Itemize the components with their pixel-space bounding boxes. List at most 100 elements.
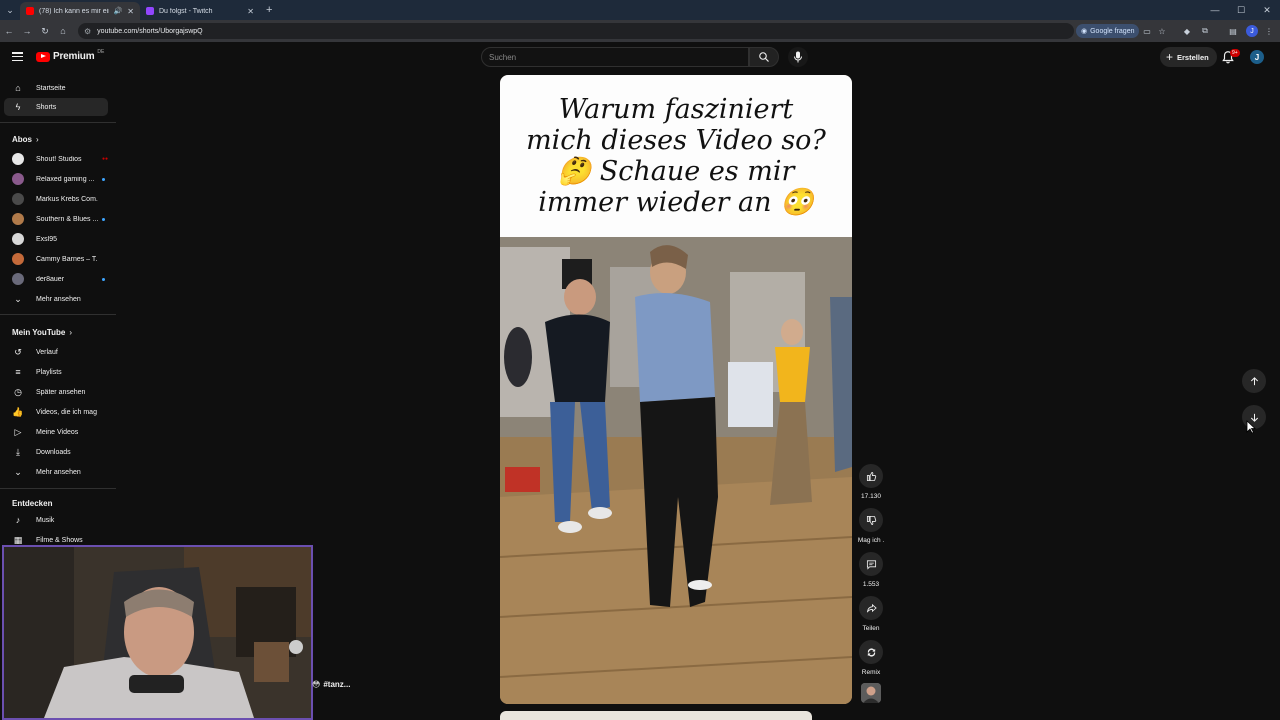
puzzle-icon[interactable]: ⧉ bbox=[1198, 24, 1212, 38]
sidebar-item-verlauf[interactable]: ↺ Verlauf bbox=[4, 343, 108, 361]
search-placeholder: Suchen bbox=[489, 52, 517, 62]
sidebar-subscription-relaxed-gaming[interactable]: Relaxed gaming ... bbox=[4, 170, 108, 188]
guide-menu-icon[interactable] bbox=[12, 52, 23, 61]
remix-button[interactable]: Remix bbox=[856, 640, 886, 676]
minimize-icon[interactable]: — bbox=[1202, 0, 1228, 20]
sidebar-subscription-shout-studios[interactable]: Shout! Studios ●● bbox=[4, 150, 108, 168]
sidebar-toggle-icon[interactable]: ▤ bbox=[1226, 24, 1240, 38]
sidebar-item-label: Playlists bbox=[36, 368, 62, 376]
sidebar-item-label: Downloads bbox=[36, 448, 71, 456]
sidebar-divider bbox=[0, 122, 116, 123]
tab-title: (78) Ich kann es mir einfach bbox=[39, 7, 109, 15]
home-icon[interactable]: ⌂ bbox=[54, 20, 72, 42]
sidebar-divider bbox=[0, 488, 116, 489]
sidebar-item-spaeter-ansehen[interactable]: ◷ Später ansehen bbox=[4, 383, 108, 401]
close-tab-icon[interactable]: ✕ bbox=[247, 7, 254, 16]
voice-search-button[interactable] bbox=[788, 47, 808, 67]
shorts-icon: ϟ bbox=[15, 102, 21, 112]
search-button[interactable] bbox=[749, 47, 779, 67]
browser-tab-twitch[interactable]: Du folgst - Twitch ✕ bbox=[140, 2, 260, 20]
sidebar-item-label: Mehr ansehen bbox=[36, 295, 81, 303]
browser-profile-avatar[interactable]: J bbox=[1246, 25, 1258, 37]
sidebar-item-shorts[interactable]: ϟ Shorts bbox=[4, 98, 108, 116]
next-short-preview[interactable] bbox=[500, 711, 812, 720]
sidebar-subscriptions-more[interactable]: ⌄ Mehr ansehen bbox=[4, 290, 108, 308]
search-input[interactable]: Suchen bbox=[481, 47, 749, 67]
channel-thumbnail-image bbox=[861, 683, 881, 703]
chevron-right-icon: › bbox=[36, 135, 39, 144]
sidebar-subscription-cammy-barnes[interactable]: Cammy Barnes – T... bbox=[4, 250, 108, 268]
hashtag-label: #tanz... bbox=[323, 680, 351, 689]
subscriptions-heading[interactable]: Abos › bbox=[12, 135, 39, 144]
comment-count: 1.553 bbox=[862, 581, 880, 588]
channel-avatar bbox=[12, 193, 24, 205]
browser-tab-youtube[interactable]: (78) Ich kann es mir einfach 🔊 ✕ bbox=[20, 2, 140, 20]
comment-icon bbox=[866, 559, 876, 570]
live-indicator-icon: ●● bbox=[101, 156, 108, 162]
caption-line: Warum fasziniert bbox=[558, 94, 794, 125]
cast-icon[interactable]: ▭ bbox=[1140, 24, 1154, 38]
sidebar-item-label: Cammy Barnes – T... bbox=[36, 255, 98, 263]
share-icon bbox=[866, 603, 877, 612]
google-fragen-button[interactable]: ◉ Google fragen bbox=[1076, 24, 1140, 38]
create-label: Erstellen bbox=[1177, 52, 1209, 62]
my-youtube-heading-label: Mein YouTube bbox=[12, 328, 66, 337]
sidebar-item-liked-videos[interactable]: 👍 Videos, die ich mag bbox=[4, 403, 108, 421]
new-tab-icon[interactable]: + bbox=[266, 4, 272, 16]
channel-avatar bbox=[12, 153, 24, 165]
sidebar-item-playlists[interactable]: ≡ Playlists bbox=[4, 363, 108, 381]
create-button[interactable]: + Erstellen bbox=[1160, 47, 1217, 67]
account-avatar[interactable]: J bbox=[1250, 50, 1264, 64]
sidebar-item-startseite[interactable]: ⌂ Startseite bbox=[4, 79, 108, 97]
forward-icon[interactable]: → bbox=[18, 20, 36, 42]
maximize-icon[interactable]: ☐ bbox=[1228, 0, 1254, 20]
url-text: youtube.com/shorts/UborgajswpQ bbox=[97, 27, 203, 35]
address-bar[interactable]: ⚙ youtube.com/shorts/UborgajswpQ bbox=[78, 23, 1074, 39]
youtube-premium-logo[interactable]: Premium DE bbox=[36, 49, 104, 62]
window-controls: — ☐ ✕ bbox=[1202, 0, 1280, 20]
remix-label: Remix bbox=[861, 669, 881, 676]
sidebar-item-musik[interactable]: ♪ Musik bbox=[4, 511, 108, 529]
speaker-icon[interactable]: 🔊 bbox=[114, 7, 123, 15]
tab-search-icon[interactable]: ⌄ bbox=[0, 0, 20, 20]
dislike-button[interactable]: Mag ich . bbox=[856, 508, 886, 544]
youtube-favicon-icon bbox=[26, 7, 34, 15]
close-window-icon[interactable]: ✕ bbox=[1254, 0, 1280, 20]
my-youtube-heading[interactable]: Mein YouTube › bbox=[12, 328, 72, 337]
browser-menu-icon[interactable]: ⋮ bbox=[1262, 24, 1276, 38]
short-hashtag-link[interactable]: 😳 #tanz... bbox=[312, 680, 350, 689]
streamer-webcam-overlay bbox=[2, 545, 313, 720]
sidebar-item-label: Startseite bbox=[36, 84, 66, 92]
channel-thumbnail[interactable] bbox=[861, 683, 881, 703]
bookmark-star-icon[interactable]: ☆ bbox=[1155, 24, 1169, 38]
twitch-favicon-icon bbox=[146, 7, 154, 15]
extension-icon[interactable]: ◆ bbox=[1180, 24, 1194, 38]
sidebar-item-meine-videos[interactable]: ▷ Meine Videos bbox=[4, 423, 108, 441]
reload-icon[interactable]: ↻ bbox=[36, 20, 54, 42]
previous-short-button[interactable] bbox=[1242, 369, 1266, 393]
google-fragen-label: Google fragen bbox=[1090, 27, 1135, 35]
dance-video-frame bbox=[500, 237, 852, 704]
sidebar-item-downloads[interactable]: ⤓ Downloads bbox=[4, 443, 108, 461]
share-button[interactable]: Teilen bbox=[856, 596, 886, 632]
caption-line: mich dieses Video so? bbox=[526, 125, 826, 156]
chevron-down-icon: ⌄ bbox=[14, 293, 22, 304]
sidebar-subscription-exsl95[interactable]: Exsl95 bbox=[4, 230, 108, 248]
site-info-icon[interactable]: ⚙ bbox=[84, 27, 91, 36]
short-video-player[interactable]: Warum fasziniert mich dieses Video so? 🤔… bbox=[500, 75, 852, 704]
like-button[interactable]: 17.130 bbox=[856, 464, 886, 500]
playlists-icon: ≡ bbox=[15, 367, 21, 377]
back-icon[interactable]: ← bbox=[0, 20, 18, 42]
channel-avatar bbox=[12, 253, 24, 265]
subscriptions-heading-label: Abos bbox=[12, 135, 32, 144]
sidebar-subscription-southern-blues[interactable]: Southern & Blues ... bbox=[4, 210, 108, 228]
thumbs-down-icon bbox=[866, 515, 876, 525]
sidebar-you-more[interactable]: ⌄ Mehr ansehen bbox=[4, 463, 108, 481]
comments-button[interactable]: 1.553 bbox=[856, 552, 886, 588]
sidebar-subscription-der8auer[interactable]: der8auer bbox=[4, 270, 108, 288]
liked-videos-icon: 👍 bbox=[12, 406, 24, 417]
close-tab-icon[interactable]: ✕ bbox=[127, 7, 134, 16]
music-icon: ♪ bbox=[15, 515, 21, 525]
sidebar-subscription-markus-krebs[interactable]: Markus Krebs Com... bbox=[4, 190, 108, 208]
sidebar-item-label: Exsl95 bbox=[36, 235, 58, 243]
